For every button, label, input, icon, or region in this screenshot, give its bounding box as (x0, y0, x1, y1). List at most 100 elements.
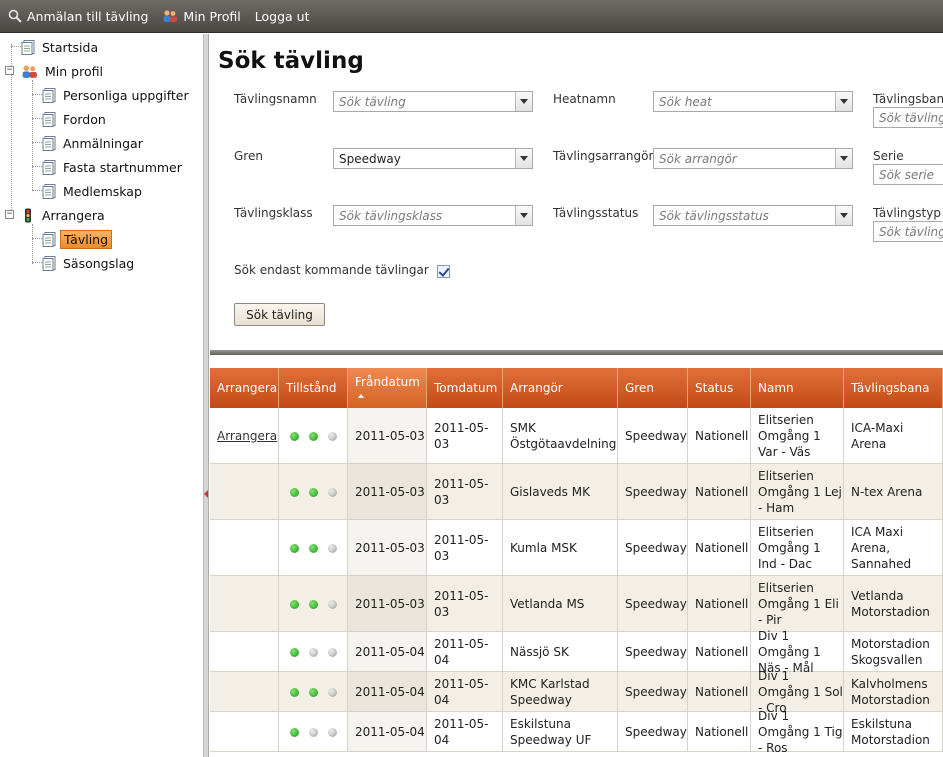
heatnamn-combo[interactable]: Sök heat (653, 91, 853, 112)
column-header-arrangera[interactable]: Arrangera (210, 368, 279, 408)
chevron-down-icon[interactable] (835, 149, 852, 168)
cell-tomdatum: 2011-05-03 (427, 464, 503, 520)
cell-frandatum: 2011-05-03 (348, 464, 427, 520)
status-dot-icon (290, 647, 299, 657)
typ-combo[interactable]: Sök tävlingstyp (873, 221, 943, 242)
arrangor-input[interactable]: Sök arrangör (654, 152, 835, 166)
sidebar-item-personliga-uppgifter[interactable]: Personliga uppgifter (42, 85, 192, 105)
gren-combo[interactable]: Speedway (333, 148, 533, 169)
column-header-namn[interactable]: Namn (751, 368, 844, 408)
klass-combo[interactable]: Sök tävlingsklass (333, 205, 533, 226)
page-icon (42, 255, 56, 271)
heatnamn-input[interactable]: Sök heat (654, 95, 835, 109)
serie-label: Serie (873, 149, 904, 163)
tavlingsnamn-input[interactable]: Sök tävling (334, 95, 515, 109)
status-dot-icon (290, 687, 299, 697)
collapse-arrow-icon[interactable] (204, 490, 208, 498)
cell-namn: Div 1 Omgång 1 Sol - Cro (751, 669, 844, 715)
chevron-down-icon[interactable] (515, 149, 532, 168)
typ-input[interactable]: Sök tävlingstyp (874, 225, 943, 239)
tavlingsbana-label: Tävlingsbana (873, 92, 943, 106)
status-dot-icon (309, 687, 318, 697)
arrangera-collapse-icon[interactable]: − (5, 210, 14, 219)
sidebar-item-medlemskap[interactable]: Medlemskap (42, 181, 145, 201)
search-button[interactable]: Sök tävling (234, 303, 325, 326)
tavlingsnamn-combo[interactable]: Sök tävling (333, 91, 533, 112)
chevron-down-icon[interactable] (515, 92, 532, 111)
table-row[interactable]: 2011-05-04 2011-05-04 KMC Karlstad Speedwa… (210, 669, 943, 715)
min-profil-collapse-icon[interactable]: − (5, 66, 14, 75)
cell-frandatum: 2011-05-03 (348, 576, 427, 632)
toolbar-anmalan-button[interactable]: Anmälan till tävling (8, 9, 148, 24)
table-row[interactable]: 2011-05-03 2011-05-03 Vetlanda MS Speedway N… (210, 576, 943, 632)
sidebar-item-tavling[interactable]: Tävling (42, 229, 113, 249)
cell-arrangera (210, 464, 279, 520)
arrangera-link[interactable]: Arrangera (217, 428, 277, 444)
sidebar-item-anmalningar[interactable]: Anmälningar (42, 133, 146, 153)
table-row[interactable]: Arrangera 2011-05-03 2011-05-03 SMK Östgöta… (210, 408, 943, 464)
sidebar-item-arrangera[interactable]: Arrangera (21, 205, 108, 225)
status-dot-icon (328, 431, 337, 441)
sidebar-item-fordon[interactable]: Fordon (42, 109, 109, 129)
cell-namn: Elitserien Omgång 1 Lej - Ham (751, 464, 844, 520)
cell-arrangera (210, 520, 279, 576)
column-header-frandatum[interactable]: Fråndatum (348, 368, 427, 408)
tavlingsbana-combo[interactable]: Sök tävlingsbana (873, 107, 943, 128)
toolbar-logga-ut-button[interactable]: Logga ut (255, 9, 310, 24)
gren-select[interactable]: Speedway (334, 152, 515, 166)
cell-arrangera: Arrangera (210, 408, 279, 464)
column-header-tomdatum[interactable]: Tomdatum (427, 368, 503, 408)
status-dot-icon (290, 487, 299, 497)
cell-frandatum: 2011-05-04 (348, 632, 427, 672)
cell-status: Nationell (688, 712, 751, 752)
table-row[interactable]: 2011-05-04 2011-05-04 Nässjö SK Speedway Nat… (210, 629, 943, 675)
table-row[interactable]: 2011-05-04 2011-05-04 Eskilstuna Speedway … (210, 709, 943, 755)
cell-arrangera (210, 576, 279, 632)
cell-tillstand (279, 712, 348, 752)
column-header-status[interactable]: Status (688, 368, 751, 408)
klass-input[interactable]: Sök tävlingsklass (334, 209, 515, 223)
arrangor-combo[interactable]: Sök arrangör (653, 148, 853, 169)
sidebar-item-startsida[interactable]: Startsida (21, 37, 101, 57)
cell-gren: Speedway (618, 464, 688, 520)
status-input[interactable]: Sök tävlingsstatus (654, 209, 835, 223)
sidebar-item-fasta-startnummer[interactable]: Fasta startnummer (42, 157, 185, 177)
column-header-gren[interactable]: Gren (618, 368, 688, 408)
cell-tillstand (279, 672, 348, 712)
chevron-down-icon[interactable] (515, 206, 532, 225)
cell-frandatum: 2011-05-03 (348, 408, 427, 464)
cell-tomdatum: 2011-05-04 (427, 712, 503, 752)
toolbar-min-profil-button[interactable]: Min Profil (162, 8, 241, 24)
cell-tillstand (279, 576, 348, 632)
table-row[interactable]: 2011-05-03 2011-05-03 Gislaveds MK Speedway… (210, 464, 943, 520)
arrangor-label: Tävlingsarrangör (553, 149, 654, 163)
tree-line (32, 238, 42, 239)
cell-tavlingsbana: ICA Maxi Arena, Sannahed (844, 520, 943, 576)
cell-status: Nationell (688, 464, 751, 520)
column-header-arrangor[interactable]: Arrangör (503, 368, 618, 408)
cell-tavlingsbana: Vetlanda Motorstadion (844, 576, 943, 632)
cell-arrangor: Kumla MSK (503, 520, 618, 576)
toolbar-logga-ut-label: Logga ut (254, 8, 310, 24)
table-row[interactable]: 2011-05-03 2011-05-03 Kumla MSK Speedway Nat… (210, 520, 943, 576)
cell-tillstand (279, 632, 348, 672)
serie-combo[interactable]: Sök serie (873, 164, 943, 185)
chevron-down-icon[interactable] (835, 92, 852, 111)
chevron-down-icon[interactable] (835, 206, 852, 225)
toolbar-min-profil-label: Min Profil (183, 8, 241, 24)
only-upcoming-checkbox[interactable] (437, 265, 450, 278)
status-combo[interactable]: Sök tävlingsstatus (653, 205, 853, 226)
section-divider[interactable] (210, 350, 943, 355)
tavlingsbana-input[interactable]: Sök tävlingsbana (874, 111, 943, 125)
panel-splitter[interactable] (204, 34, 209, 757)
cell-frandatum: 2011-05-04 (348, 712, 427, 752)
sidebar-item-min-profil[interactable]: Min profil (21, 61, 106, 81)
column-header-tillstand[interactable]: Tillstånd (279, 368, 348, 408)
cell-status: Nationell (688, 408, 751, 464)
serie-input[interactable]: Sök serie (874, 168, 943, 182)
cell-frandatum: 2011-05-04 (348, 672, 427, 712)
column-header-tavlingsbana[interactable]: Tävlingsbana (844, 368, 943, 408)
heatnamn-label: Heatnamn (553, 92, 616, 106)
sidebar-item-sasongslag[interactable]: Säsongslag (42, 253, 137, 273)
cell-tavlingsbana: ICA-Maxi Arena (844, 408, 943, 464)
